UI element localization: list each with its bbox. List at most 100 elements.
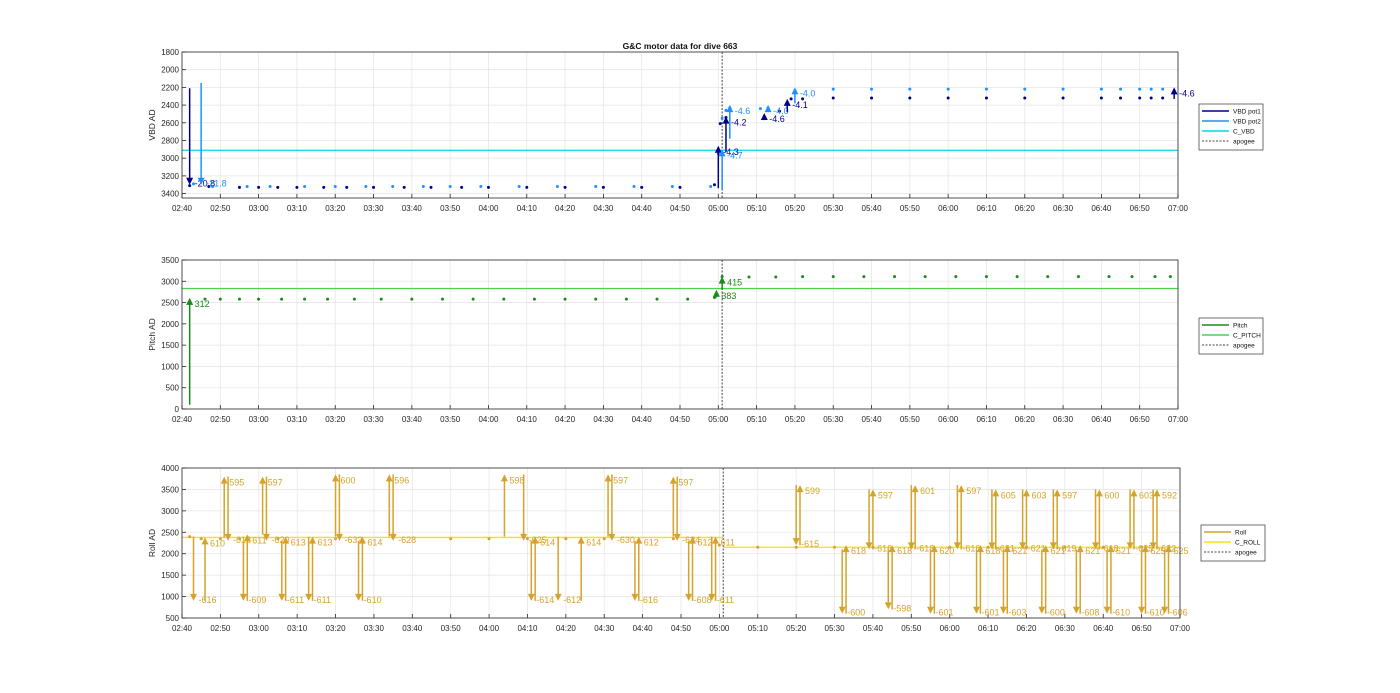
vbd-data-point	[1138, 96, 1142, 100]
roll-event-label: 601	[920, 486, 935, 496]
vbd-x-tick-label: 02:50	[210, 204, 231, 213]
vbd-data-point	[295, 185, 299, 189]
pitch-data-point	[326, 297, 330, 301]
pitch-data-point	[1107, 275, 1111, 279]
roll-event-label: 614	[367, 538, 382, 548]
roll-event-label: -611	[314, 595, 331, 605]
pitch-x-tick-label: 02:40	[172, 415, 193, 424]
vbd-x-tick-label: 06:20	[1015, 204, 1036, 213]
vbd-x-tick-label: 03:00	[249, 204, 270, 213]
roll-data-point	[794, 545, 798, 549]
vbd-data-point	[1138, 87, 1142, 91]
vbd-data-point	[448, 184, 452, 188]
roll-event-label: -601	[982, 608, 1000, 618]
pitch-data-point	[410, 297, 414, 301]
vbd-data-point	[870, 87, 874, 91]
vbd-data-point	[720, 116, 724, 120]
pitch-data-point	[1130, 275, 1134, 279]
roll-x-tick-label: 03:20	[326, 624, 347, 633]
vbd-data-point	[1023, 96, 1027, 100]
roll-x-tick-label: 04:00	[479, 624, 500, 633]
vbd-data-point	[640, 185, 644, 189]
roll-x-tick-label: 04:50	[671, 624, 692, 633]
vbd-data-point	[429, 185, 433, 189]
pitch-legend-label: C_PITCH	[1233, 333, 1261, 340]
roll-event-label: -603	[1008, 608, 1026, 618]
pitch-y-tick-label: 0	[175, 405, 180, 414]
roll-event-label: -611	[287, 595, 304, 605]
roll-x-tick-label: 06:10	[978, 624, 999, 633]
pitch-y-tick-label: 3500	[161, 256, 179, 265]
pitch-x-tick-label: 05:00	[708, 415, 729, 424]
vbd-x-tick-label: 04:00	[478, 204, 499, 213]
roll-event-label: -609	[248, 595, 266, 605]
vbd-data-point	[1161, 96, 1165, 100]
roll-data-point	[334, 537, 338, 541]
roll-x-tick-label: 04:20	[556, 624, 577, 633]
vbd-data-point	[345, 185, 349, 189]
pitch-x-tick-label: 07:00	[1168, 415, 1189, 424]
vbd-data-point	[831, 87, 835, 91]
vbd-x-tick-label: 04:10	[517, 204, 538, 213]
pitch-data-point	[471, 297, 475, 301]
roll-y-tick-label: 4000	[161, 464, 179, 473]
roll-event-label: 613	[318, 538, 333, 548]
roll-x-tick-label: 03:50	[441, 624, 462, 633]
roll-data-point	[199, 537, 203, 541]
roll-x-tick-label: 05:40	[863, 624, 884, 633]
roll-event-label: -614	[536, 595, 554, 605]
roll-event-label: 614	[586, 538, 601, 548]
pitch-data-point	[624, 297, 628, 301]
roll-x-tick-label: 03:00	[249, 624, 270, 633]
pitch-x-tick-label: 02:50	[210, 415, 231, 424]
vbd-data-point	[391, 184, 395, 188]
pitch-data-point	[954, 275, 958, 279]
pitch-data-point	[923, 275, 927, 279]
vbd-data-point	[1023, 87, 1027, 91]
roll-x-tick-label: 02:40	[172, 624, 193, 633]
vbd-data-point	[984, 87, 988, 91]
roll-event-label: 625	[1173, 546, 1188, 556]
roll-x-tick-label: 02:50	[210, 624, 231, 633]
roll-event-label: 597	[966, 486, 981, 496]
vbd-x-tick-label: 05:30	[823, 204, 844, 213]
pitch-x-tick-label: 04:40	[632, 415, 653, 424]
pitch-event-label: 312	[195, 299, 210, 309]
vbd-x-tick-label: 04:20	[555, 204, 576, 213]
pitch-x-tick-label: 03:50	[440, 415, 461, 424]
vbd-x-tick-label: 03:50	[440, 204, 461, 213]
roll-event-label: -630	[617, 535, 635, 545]
vbd-x-tick-label: 05:20	[785, 204, 806, 213]
roll-event-label: -600	[847, 608, 865, 618]
pitch-event-label: 415	[727, 278, 742, 288]
roll-event-label: 600	[1104, 490, 1119, 500]
vbd-data-point	[709, 184, 713, 188]
roll-x-tick-label: 05:50	[901, 624, 922, 633]
pitch-data-point	[563, 297, 567, 301]
vbd-data-point	[1061, 87, 1065, 91]
vbd-data-point	[1119, 87, 1123, 91]
vbd-data-point	[563, 185, 567, 189]
roll-x-tick-label: 06:00	[940, 624, 961, 633]
pitch-data-point	[747, 275, 751, 279]
pitch-x-tick-label: 06:20	[1015, 415, 1036, 424]
vbd-y-tick-label: 1800	[161, 48, 179, 57]
vbd-legend: VBD pot1 VBD pot2 C_VBDapogee	[1198, 103, 1264, 151]
roll-event-label: 611	[721, 538, 735, 548]
vbd-data-point	[678, 185, 682, 189]
vbd-x-tick-label: 03:20	[325, 204, 346, 213]
pitch-event-label: 383	[721, 291, 736, 301]
roll-event-label: 597	[613, 475, 628, 485]
pitch-data-point	[774, 275, 778, 279]
vbd-x-tick-label: 03:40	[402, 204, 423, 213]
roll-x-tick-label: 06:40	[1093, 624, 1114, 633]
roll-event-label: 592	[1162, 490, 1177, 500]
roll-x-tick-label: 06:20	[1016, 624, 1037, 633]
vbd-event-label: -21.8	[206, 179, 227, 189]
vbd-data-point	[831, 96, 835, 100]
pitch-x-tick-label: 04:00	[478, 415, 499, 424]
vbd-x-tick-label: 05:10	[747, 204, 768, 213]
pitch-data-point	[303, 297, 307, 301]
pitch-x-tick-label: 05:20	[785, 415, 806, 424]
vbd-event-label: -4.6	[1179, 88, 1195, 98]
